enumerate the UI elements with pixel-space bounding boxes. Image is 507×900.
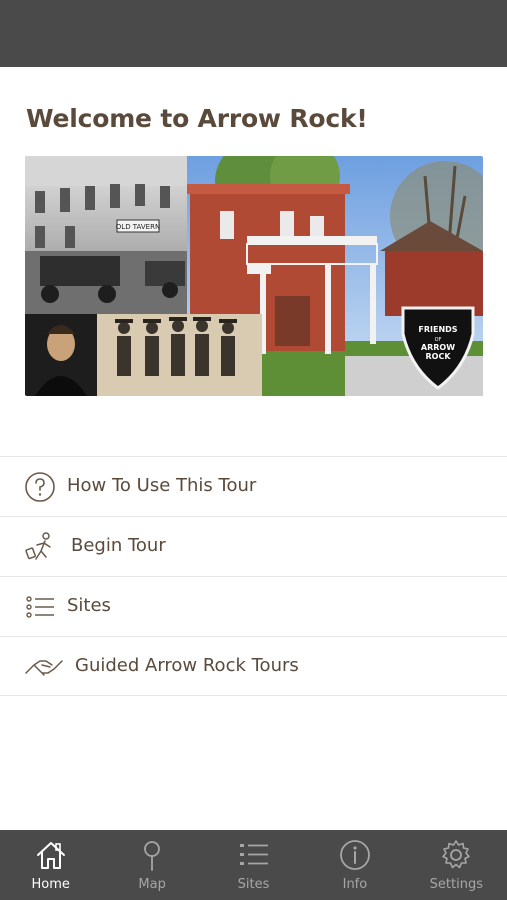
tab-label: Info [342,877,368,892]
tab-label: Map [138,877,166,892]
menu-item-label: How To Use This Tour [67,475,257,496]
tab-info[interactable]: Info [304,830,405,900]
list-icon [239,844,268,865]
svg-text:ARROW: ARROW [421,343,455,352]
tab-label: Home [31,877,70,892]
svg-text:ROCK: ROCK [425,352,451,361]
home-icon [36,842,65,869]
hero-collage-image: OLD TAVERN FRIENDS OF ARROW ROCK [25,156,483,396]
list-icon [26,596,54,618]
handshake-icon [25,660,63,676]
tab-label: Settings [429,877,483,892]
svg-text:FRIENDS: FRIENDS [418,325,457,334]
question-circle-icon [25,472,55,502]
menu-item-label: Guided Arrow Rock Tours [75,655,299,676]
tab-sites[interactable]: Sites [203,830,304,900]
home-menu: How To Use This Tour Begin Tour Sites Gu… [0,456,507,696]
gear-icon [442,840,471,869]
status-bar [0,0,507,67]
tavern-sign-text: OLD TAVERN [116,223,160,231]
tab-home[interactable]: Home [0,830,101,900]
menu-item-label: Begin Tour [71,535,166,556]
menu-item-label: Sites [67,595,111,616]
walking-person-icon [25,532,51,560]
menu-item-sites[interactable]: Sites [0,576,507,636]
map-pin-icon [144,841,161,871]
bottom-tab-bar: Home Map Sites Info Settings [0,830,507,900]
tab-label: Sites [237,877,270,892]
menu-item-how-to-use[interactable]: How To Use This Tour [0,456,507,516]
tab-map[interactable]: Map [101,830,202,900]
menu-item-guided-tours[interactable]: Guided Arrow Rock Tours [0,636,507,696]
page-title: Welcome to Arrow Rock! [26,104,368,133]
menu-item-begin-tour[interactable]: Begin Tour [0,516,507,576]
tab-settings[interactable]: Settings [406,830,507,900]
info-icon [340,840,370,870]
